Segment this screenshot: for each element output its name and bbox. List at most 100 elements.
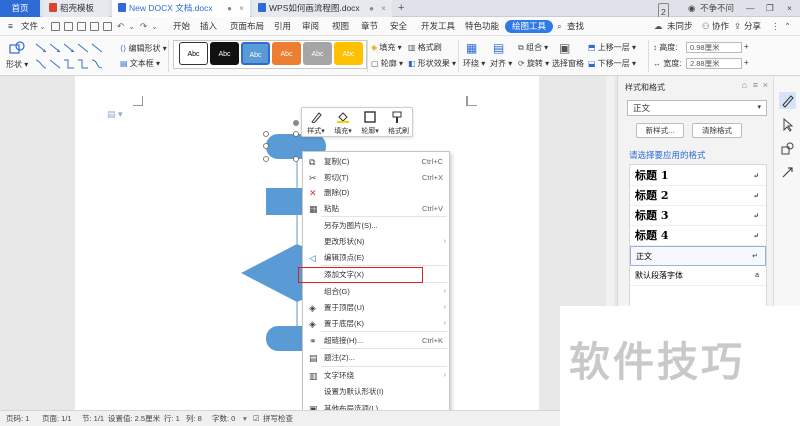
menu-features[interactable]: 特色功能 xyxy=(465,17,499,36)
context-menu-item-15[interactable]: 设置为默认形状(I) xyxy=(303,384,451,400)
fill-button[interactable]: ◈ 填充 ▾ xyxy=(371,42,402,53)
collab-icon[interactable]: ⚇ xyxy=(702,17,710,36)
menu-start[interactable]: 开始 xyxy=(173,17,190,36)
style-item-4[interactable]: 标题 4 ↵ xyxy=(630,226,766,246)
cloud-icon[interactable]: ☁ xyxy=(654,17,663,36)
context-menu-item-5[interactable]: 另存为图片(S)... xyxy=(303,218,451,234)
mini-fill-button[interactable]: 填充▾ xyxy=(330,108,356,138)
outline-button[interactable]: ▢ 轮廓 ▾ xyxy=(371,58,403,69)
wrap-button[interactable]: 环绕 ▾ xyxy=(463,58,485,69)
context-menu-item-12[interactable]: ⚭ 超链接(H)... Ctrl+K xyxy=(303,333,451,349)
tab-new-docx[interactable]: New DOCX 文档.docx ● × xyxy=(112,0,250,17)
height-stepper[interactable]: + xyxy=(744,42,749,51)
print-preview-icon[interactable] xyxy=(77,22,86,31)
shape-icon[interactable] xyxy=(9,41,25,55)
more-icon[interactable]: ⌄ xyxy=(151,17,158,36)
context-menu-item-7[interactable]: ◁ 编辑顶点(E) xyxy=(303,250,451,266)
shape-effect-button[interactable]: ◧ 形状效果 ▾ xyxy=(408,58,456,69)
context-menu-item-6[interactable]: 更改形状(N) › xyxy=(303,234,451,250)
context-menu-item-2[interactable]: ✂ 剪切(T) Ctrl+X xyxy=(303,170,451,186)
menu-search[interactable]: 查找 xyxy=(567,17,584,36)
style-item-3[interactable]: 标题 3 ↵ xyxy=(630,206,766,226)
tab-wps-flowchart[interactable]: WPS如何画流程图.docx ● × xyxy=(252,0,392,17)
shape-style-1[interactable]: Abc xyxy=(179,42,208,65)
shapes-sidebar-icon[interactable] xyxy=(779,140,796,157)
redo-icon[interactable]: ↷ xyxy=(140,17,147,36)
spellcheck-button[interactable]: 拼写检查 xyxy=(263,411,293,426)
format-painter-button[interactable]: ▥ 格式刷 xyxy=(408,42,442,53)
edit-shape-button[interactable]: ⟨⟩ 编辑形状 ▾ xyxy=(120,43,167,54)
close-panel-icon[interactable]: × xyxy=(763,80,768,90)
current-style-select[interactable]: 正文 ▾ xyxy=(627,100,767,116)
mini-outline-button[interactable]: 轮廓▾ xyxy=(357,108,383,138)
undo-dropdown-icon[interactable]: ⌄ xyxy=(128,17,135,36)
user-name[interactable]: 不争不问 xyxy=(700,0,734,17)
width-input[interactable]: 2.88厘米 xyxy=(686,58,742,69)
close-tab-icon[interactable]: × xyxy=(239,0,244,17)
search-icon[interactable]: ⌕ xyxy=(557,17,562,36)
context-menu-item-14[interactable]: ▥ 文字环绕 › xyxy=(303,368,451,384)
shape-button[interactable]: 形状 ▾ xyxy=(6,59,28,70)
spellcheck-icon[interactable]: ☑ xyxy=(253,411,260,426)
shape-style-6[interactable]: Abc xyxy=(334,42,363,65)
style-item-1[interactable]: 标题 1 ↵ xyxy=(630,166,766,186)
chevron-down-icon[interactable]: ⌄ xyxy=(39,17,46,36)
menu-drawing-tools[interactable]: 绘图工具 xyxy=(505,20,554,33)
share-icon[interactable]: ⇪ xyxy=(734,17,741,36)
context-menu-item-3[interactable]: ✕ 删除(D) xyxy=(303,185,451,201)
group-button[interactable]: ⧉ 组合 ▾ xyxy=(518,42,548,53)
new-tab-button[interactable]: + xyxy=(398,0,404,17)
collab-button[interactable]: 协作 xyxy=(712,17,729,36)
textbox-button[interactable]: ▤ 文本框 ▾ xyxy=(120,58,160,69)
rotate-button[interactable]: ⟳ 旋转 ▾ xyxy=(518,58,549,69)
format-painter-icon[interactable] xyxy=(103,22,112,31)
maximize-icon[interactable]: ❐ xyxy=(766,0,774,17)
hamburger-icon[interactable]: ≡ xyxy=(8,17,13,36)
more-options-icon[interactable]: ⋮ xyxy=(771,17,780,36)
shape-style-3[interactable]: Abc xyxy=(241,42,270,65)
new-style-button[interactable]: 新样式... xyxy=(636,123,684,138)
menu-file[interactable]: 文件 xyxy=(21,17,38,36)
bring-forward-button[interactable]: ⬒ 上移一层 ▾ xyxy=(588,42,636,53)
context-menu-item-1[interactable]: ⧉ 复制(C) Ctrl+C xyxy=(303,154,451,170)
menu-chapter[interactable]: 章节 xyxy=(361,17,378,36)
style-item-6[interactable]: 默认段落字体 a xyxy=(630,266,766,286)
close-tab-icon[interactable]: × xyxy=(381,0,386,17)
select-pane-button[interactable]: 选择窗格 xyxy=(552,58,584,69)
tab-home[interactable]: 首页 xyxy=(0,0,40,17)
open-icon[interactable] xyxy=(64,22,73,31)
tools-sidebar-icon[interactable] xyxy=(779,164,796,181)
share-button[interactable]: 分享 xyxy=(744,17,761,36)
shape-style-2[interactable]: Abc xyxy=(210,42,239,65)
context-menu-item-13[interactable]: ▤ 题注(Z)... xyxy=(303,350,451,366)
align-button[interactable]: 对齐 ▾ xyxy=(490,58,512,69)
context-menu-item-4[interactable]: ▦ 粘贴 Ctrl+V xyxy=(303,201,451,217)
print-icon[interactable] xyxy=(90,22,99,31)
pin-icon[interactable]: ⌂ xyxy=(742,80,747,90)
tab-templates[interactable]: 稻壳模板 xyxy=(43,0,109,17)
style-item-2[interactable]: 标题 2 ↵ xyxy=(630,186,766,206)
close-window-icon[interactable]: × xyxy=(787,0,792,17)
undo-icon[interactable]: ↶ xyxy=(117,17,124,36)
menu-security[interactable]: 安全 xyxy=(390,17,407,36)
clear-format-button[interactable]: 清除格式 xyxy=(692,123,742,138)
shape-style-4[interactable]: Abc xyxy=(272,42,301,65)
context-menu-item-10[interactable]: ◈ 置于顶层(U) › xyxy=(303,300,451,316)
menu-insert[interactable]: 插入 xyxy=(200,17,217,36)
menu-review[interactable]: 审阅 xyxy=(302,17,319,36)
context-menu-item-11[interactable]: ◈ 置于底层(K) › xyxy=(303,316,451,332)
shape-style-5[interactable]: Abc xyxy=(303,42,332,65)
collapse-ribbon-icon[interactable]: ⌃ xyxy=(784,17,791,36)
panel-menu-icon[interactable]: ≡ xyxy=(753,80,758,90)
sync-status[interactable]: 未同步 xyxy=(667,17,693,36)
send-backward-button[interactable]: ⬓ 下移一层 ▾ xyxy=(588,58,636,69)
mini-format-painter-button[interactable]: 格式刷 xyxy=(384,108,413,138)
context-menu-item-9[interactable]: 组合(G) › xyxy=(303,284,451,300)
menu-reference[interactable]: 引用 xyxy=(274,17,291,36)
height-input[interactable]: 0.98厘米 xyxy=(686,42,742,53)
style-item-5[interactable]: 正文 ↵ xyxy=(630,246,766,266)
menu-page-layout[interactable]: 页面布局 xyxy=(230,17,264,36)
line-shapes-gallery[interactable] xyxy=(32,40,112,72)
minimize-icon[interactable]: — xyxy=(746,0,755,17)
avatar-icon[interactable]: ◉ xyxy=(688,0,695,17)
